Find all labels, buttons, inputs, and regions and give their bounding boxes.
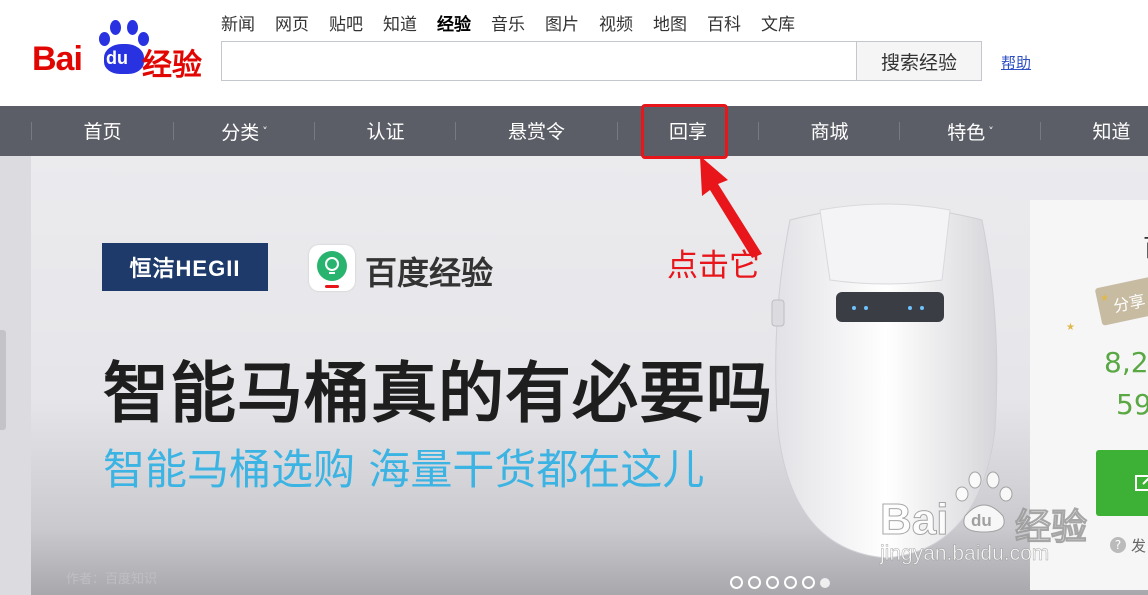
edit-icon — [1135, 475, 1148, 491]
watermark-du: du — [971, 511, 992, 530]
banner-subtitle: 智能马桶选购 海量干货都在这儿 — [103, 445, 705, 494]
nav-category[interactable]: 分类 ˅ — [174, 106, 315, 156]
logo-bai-text: Bai — [32, 40, 83, 78]
carousel-prev-handle[interactable] — [0, 330, 6, 430]
nav-bounty[interactable]: 悬赏令 — [456, 106, 617, 156]
topnav-music[interactable]: 音乐 — [491, 10, 525, 35]
annotation-text: 点击它 — [667, 248, 760, 284]
nav-featured[interactable]: 特色 ˅ — [900, 106, 1041, 156]
side-panel-title: 百 — [1143, 228, 1148, 263]
topnav-jingyan[interactable]: 经验 — [437, 10, 471, 35]
topnav-wenku[interactable]: 文库 — [761, 10, 795, 35]
nav-home[interactable]: 首页 — [32, 106, 173, 156]
carousel-dot[interactable] — [766, 576, 779, 589]
nav-mall[interactable]: 商城 — [759, 106, 900, 156]
topnav-video[interactable]: 视频 — [599, 10, 633, 35]
banner-author: 作者：百度知识 — [66, 572, 158, 587]
nav-zhidao[interactable]: 知道 — [1041, 106, 1148, 156]
carousel-dot[interactable] — [784, 576, 797, 589]
side-footer-text: 发 — [1131, 537, 1147, 555]
banner-title: 智能马桶真的有必要吗 — [103, 355, 773, 432]
top-nav: 新闻 网页 贴吧 知道 经验 音乐 图片 视频 地图 百科 文库 — [221, 10, 815, 35]
main-nav: 首页 分类 ˅ 认证 悬赏令 回享 商城 特色 ˅ 知道 — [0, 106, 1148, 156]
paw-icon: du — [955, 471, 1013, 533]
topnav-news[interactable]: 新闻 — [221, 10, 255, 35]
star-icon: ★ — [1100, 293, 1109, 304]
star-icon: ★ — [1066, 322, 1075, 333]
carousel-dot[interactable] — [802, 576, 815, 589]
carousel-dot-active[interactable] — [820, 577, 830, 588]
topnav-zhidao[interactable]: 知道 — [383, 10, 417, 35]
logo-du-text: du — [106, 48, 128, 68]
stat-count-2: 59 — [1116, 388, 1148, 421]
nav-certification[interactable]: 认证 — [315, 106, 456, 156]
topnav-images[interactable]: 图片 — [545, 10, 579, 35]
stat-count-1: 8,2 — [1104, 346, 1148, 379]
topnav-baike[interactable]: 百科 — [707, 10, 741, 35]
carousel-dot[interactable] — [730, 576, 743, 589]
watermark-url: jingyan.baidu.com — [880, 542, 1050, 566]
search-input[interactable] — [221, 41, 857, 81]
logo-jingyan-text: 经验 — [142, 48, 202, 83]
help-link[interactable]: 帮助 — [1001, 52, 1031, 73]
app-name: 百度经验 — [365, 254, 494, 292]
topnav-tieba[interactable]: 贴吧 — [329, 10, 363, 35]
carousel-dot[interactable] — [748, 576, 761, 589]
carousel-dots — [730, 576, 830, 589]
search-button[interactable]: 搜索经验 — [857, 41, 982, 81]
topnav-web[interactable]: 网页 — [275, 10, 309, 35]
chevron-down-icon: ˅ — [988, 125, 994, 138]
watermark-bai: Bai — [879, 495, 949, 545]
hegii-logo: 恒洁HEGII — [102, 243, 268, 291]
chevron-down-icon: ˅ — [262, 125, 268, 138]
topnav-map[interactable]: 地图 — [653, 10, 687, 35]
baidu-jingyan-logo[interactable]: Bai du 经验 — [30, 18, 205, 83]
lightbulb-icon — [309, 245, 355, 291]
baidu-watermark: Bai du 经验 jingyan.baidu.com — [875, 470, 1115, 570]
